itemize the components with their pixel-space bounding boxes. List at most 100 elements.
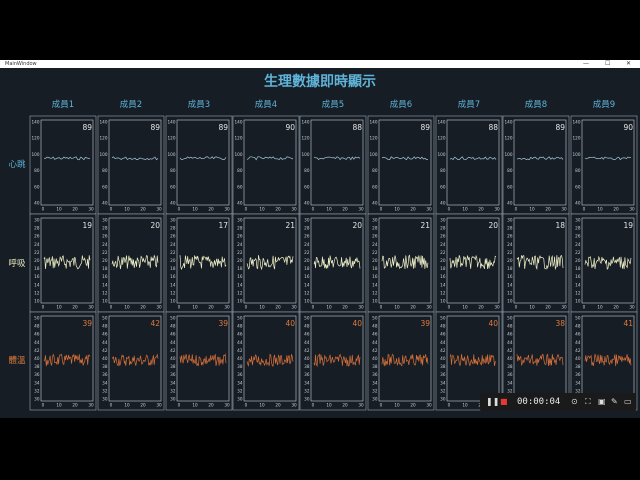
y-tick-label: 30 [440,218,446,223]
y-tick-label: 38 [102,364,108,369]
y-tick-label: 24 [34,242,40,247]
chart-panel-breath: 30282624222018161412100 10 20 3020 [435,213,503,313]
x-tick-label: 0 [448,207,451,212]
x-tick-label: 10 [326,305,332,310]
y-tick-label: 140 [505,120,513,125]
y-tick-label: 32 [170,388,176,393]
y-tick-label: 20 [102,258,108,263]
y-tick-label: 30 [304,218,310,223]
y-tick-label: 22 [170,250,176,255]
x-tick-label: 30 [494,207,500,212]
y-tick-label: 24 [575,242,581,247]
x-tick-label: 0 [448,403,451,408]
y-tick-label: 48 [34,324,40,329]
y-tick-label: 40 [372,356,378,361]
chart-panel-breath: 30282624222018161412100 10 20 3021 [232,213,300,313]
pen-icon[interactable]: ✎ [611,395,618,409]
temp-value-label: 41 [623,319,633,328]
temp-value-label: 39 [420,319,430,328]
y-tick-label: 12 [304,290,310,295]
region-icon[interactable]: ⛶ [585,395,591,409]
x-tick-label: 30 [426,207,432,212]
x-tick-label: 10 [259,403,265,408]
camera-icon[interactable]: ▣ [598,395,606,409]
x-tick-label: 30 [494,305,500,310]
x-tick-label: 10 [124,207,130,212]
y-tick-label: 40 [440,201,446,206]
y-tick-label: 60 [575,184,581,189]
chart-panel-heart: 140 120 100 80 60 400 10 20 30 89 [367,115,435,215]
y-tick-label: 16 [102,274,108,279]
x-tick-label: 0 [178,207,181,212]
x-tick-label: 0 [178,305,181,310]
y-tick-label: 120 [505,136,513,141]
y-tick-label: 20 [575,258,581,263]
y-tick-label: 26 [507,234,513,239]
chart-panel-heart: 140 120 100 80 60 400 10 20 30 88 [299,115,367,215]
y-tick-label: 80 [237,168,243,173]
y-tick-label: 40 [237,356,243,361]
y-tick-label: 100 [302,152,310,157]
comment-icon[interactable]: ▭ [624,395,632,409]
y-tick-label: 46 [170,332,176,337]
y-tick-label: 24 [372,242,378,247]
y-tick-label: 34 [440,380,446,385]
y-tick-label: 20 [372,258,378,263]
x-tick-label: 30 [88,403,94,408]
pause-icon[interactable]: ❚❚ [486,395,499,409]
y-tick-label: 18 [102,266,108,271]
y-tick-label: 140 [370,120,378,125]
x-tick-label: 10 [259,305,265,310]
y-tick-label: 80 [102,168,108,173]
chart-panel-breath: 30282624222018161412100 10 20 3019 [29,213,97,313]
x-tick-label: 30 [156,305,162,310]
y-tick-label: 28 [372,226,378,231]
y-tick-label: 36 [372,372,378,377]
y-tick-label: 10 [102,299,108,304]
y-tick-label: 34 [507,380,513,385]
y-tick-label: 120 [32,136,40,141]
y-tick-label: 10 [34,299,40,304]
y-tick-label: 100 [235,152,243,157]
y-tick-label: 16 [507,274,513,279]
x-tick-label: 20 [208,305,214,310]
y-tick-label: 30 [34,397,40,402]
y-tick-label: 36 [170,372,176,377]
y-tick-label: 42 [304,348,310,353]
chart-panel-heart: 140 120 100 80 60 400 10 20 30 89 [29,115,97,215]
y-tick-label: 18 [440,266,446,271]
chart-panel-breath: 30282624222018161412100 10 20 3020 [299,213,367,313]
y-tick-label: 26 [575,234,581,239]
x-tick-label: 20 [613,305,619,310]
y-tick-label: 50 [102,316,108,321]
y-tick-label: 40 [304,201,310,206]
y-tick-label: 44 [237,340,243,345]
y-tick-label: 60 [507,184,513,189]
temp-value-label: 38 [555,319,565,328]
y-tick-label: 14 [34,282,40,287]
heart-value-label: 89 [218,123,228,132]
x-tick-label: 30 [224,305,230,310]
y-tick-label: 48 [575,324,581,329]
x-tick-label: 20 [275,305,281,310]
y-tick-label: 40 [237,201,243,206]
stop-icon[interactable]: ■ [500,395,508,409]
y-tick-label: 38 [170,364,176,369]
temp-value-label: 40 [285,319,295,328]
x-tick-label: 20 [208,403,214,408]
y-tick-label: 16 [575,274,581,279]
x-tick-label: 0 [380,403,383,408]
x-tick-label: 30 [291,207,297,212]
y-tick-label: 14 [575,282,581,287]
x-tick-label: 10 [259,207,265,212]
y-tick-label: 50 [372,316,378,321]
screenshot-icon[interactable]: ⊙ [571,395,578,409]
x-tick-label: 30 [224,403,230,408]
y-tick-label: 20 [440,258,446,263]
y-tick-label: 28 [507,226,513,231]
x-tick-label: 10 [462,207,468,212]
y-tick-label: 50 [34,316,40,321]
y-tick-label: 32 [237,388,243,393]
temp-value-label: 40 [488,319,498,328]
y-tick-label: 100 [438,152,446,157]
